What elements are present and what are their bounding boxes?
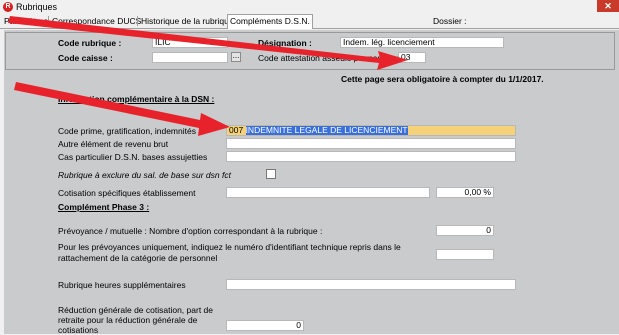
tab-correspondance-ducs[interactable]: Correspondance DUCS	[50, 15, 143, 27]
section-dsn-title: Information complémentaire à la DSN :	[58, 94, 215, 104]
code-caisse-field[interactable]	[152, 52, 228, 63]
exclure-label: Rubrique à exclure du sal. de base sur d…	[58, 170, 231, 180]
cas-field[interactable]	[226, 151, 516, 162]
window-title: Rubriques	[16, 2, 58, 12]
cotisation-field[interactable]	[226, 187, 430, 198]
notice-text: Cette page sera obligatoire à compter du…	[341, 74, 544, 84]
autre-label: Autre élément de revenu brut	[58, 139, 169, 149]
dossier-label: Dossier :	[433, 16, 467, 26]
cotisation-label: Cotisation spécifiques établissement	[58, 188, 196, 198]
exclure-checkbox[interactable]	[266, 169, 276, 179]
app-icon: R	[3, 2, 13, 12]
prevoyance-field[interactable]: 0	[436, 225, 494, 236]
ident-field[interactable]	[436, 249, 494, 260]
autre-field[interactable]	[226, 138, 516, 149]
cas-label: Cas particulier D.S.N. bases assujetties	[58, 152, 208, 162]
ident-label-line1: Pour les prévoyances uniquement, indique…	[58, 242, 401, 252]
heures-field[interactable]	[226, 279, 516, 290]
code-caisse-label: Code caisse :	[58, 53, 113, 63]
code-rubrique-label: Code rubrique :	[58, 38, 122, 48]
prime-code: 007	[229, 125, 244, 135]
code-attestation-field[interactable]: 03	[398, 52, 426, 63]
prevoyance-label: Prévoyance / mutuelle : Nombre d'option …	[58, 226, 323, 236]
tab-separator	[137, 16, 138, 26]
tab-complements-dsn[interactable]: Compléments D.S.N.	[227, 14, 313, 29]
prime-field[interactable]: 007 INDEMNITE LEGALE DE LICENCIEMENT	[226, 125, 516, 136]
tab-parametres[interactable]: Paramètres	[2, 15, 50, 27]
reduction-label-line1: Réduction générale de cotisation, part d…	[58, 305, 213, 315]
tab-separator	[48, 16, 49, 26]
heures-label: Rubrique heures supplémentaires	[58, 280, 186, 290]
tab-historique[interactable]: Historique de la rubrique	[139, 15, 236, 27]
reduction-field[interactable]: 0	[226, 320, 304, 331]
close-button[interactable]: ✕	[597, 0, 619, 12]
designation-label: Désignation :	[258, 38, 312, 48]
code-caisse-lookup-button[interactable]: ...	[231, 52, 241, 62]
prime-text: INDEMNITE LEGALE DE LICENCIEMENT	[245, 125, 408, 135]
ident-label-line2: rattachement de la catégorie de personne…	[58, 253, 218, 263]
designation-field[interactable]: Indem. lég. licenciement	[340, 37, 504, 48]
code-attestation-label: Code attestation assédic permanente :	[258, 53, 404, 63]
reduction-label-line2: retraite pour la réduction générale de	[58, 315, 198, 325]
title-bar	[0, 0, 619, 14]
cotisation-percent-field[interactable]: 0,00 %	[436, 187, 494, 198]
code-rubrique-field[interactable]: ILIC	[152, 37, 228, 48]
prime-label: Code prime, gratification, indemnités	[58, 126, 196, 136]
phase3-title: Complément Phase 3 :	[58, 202, 150, 212]
